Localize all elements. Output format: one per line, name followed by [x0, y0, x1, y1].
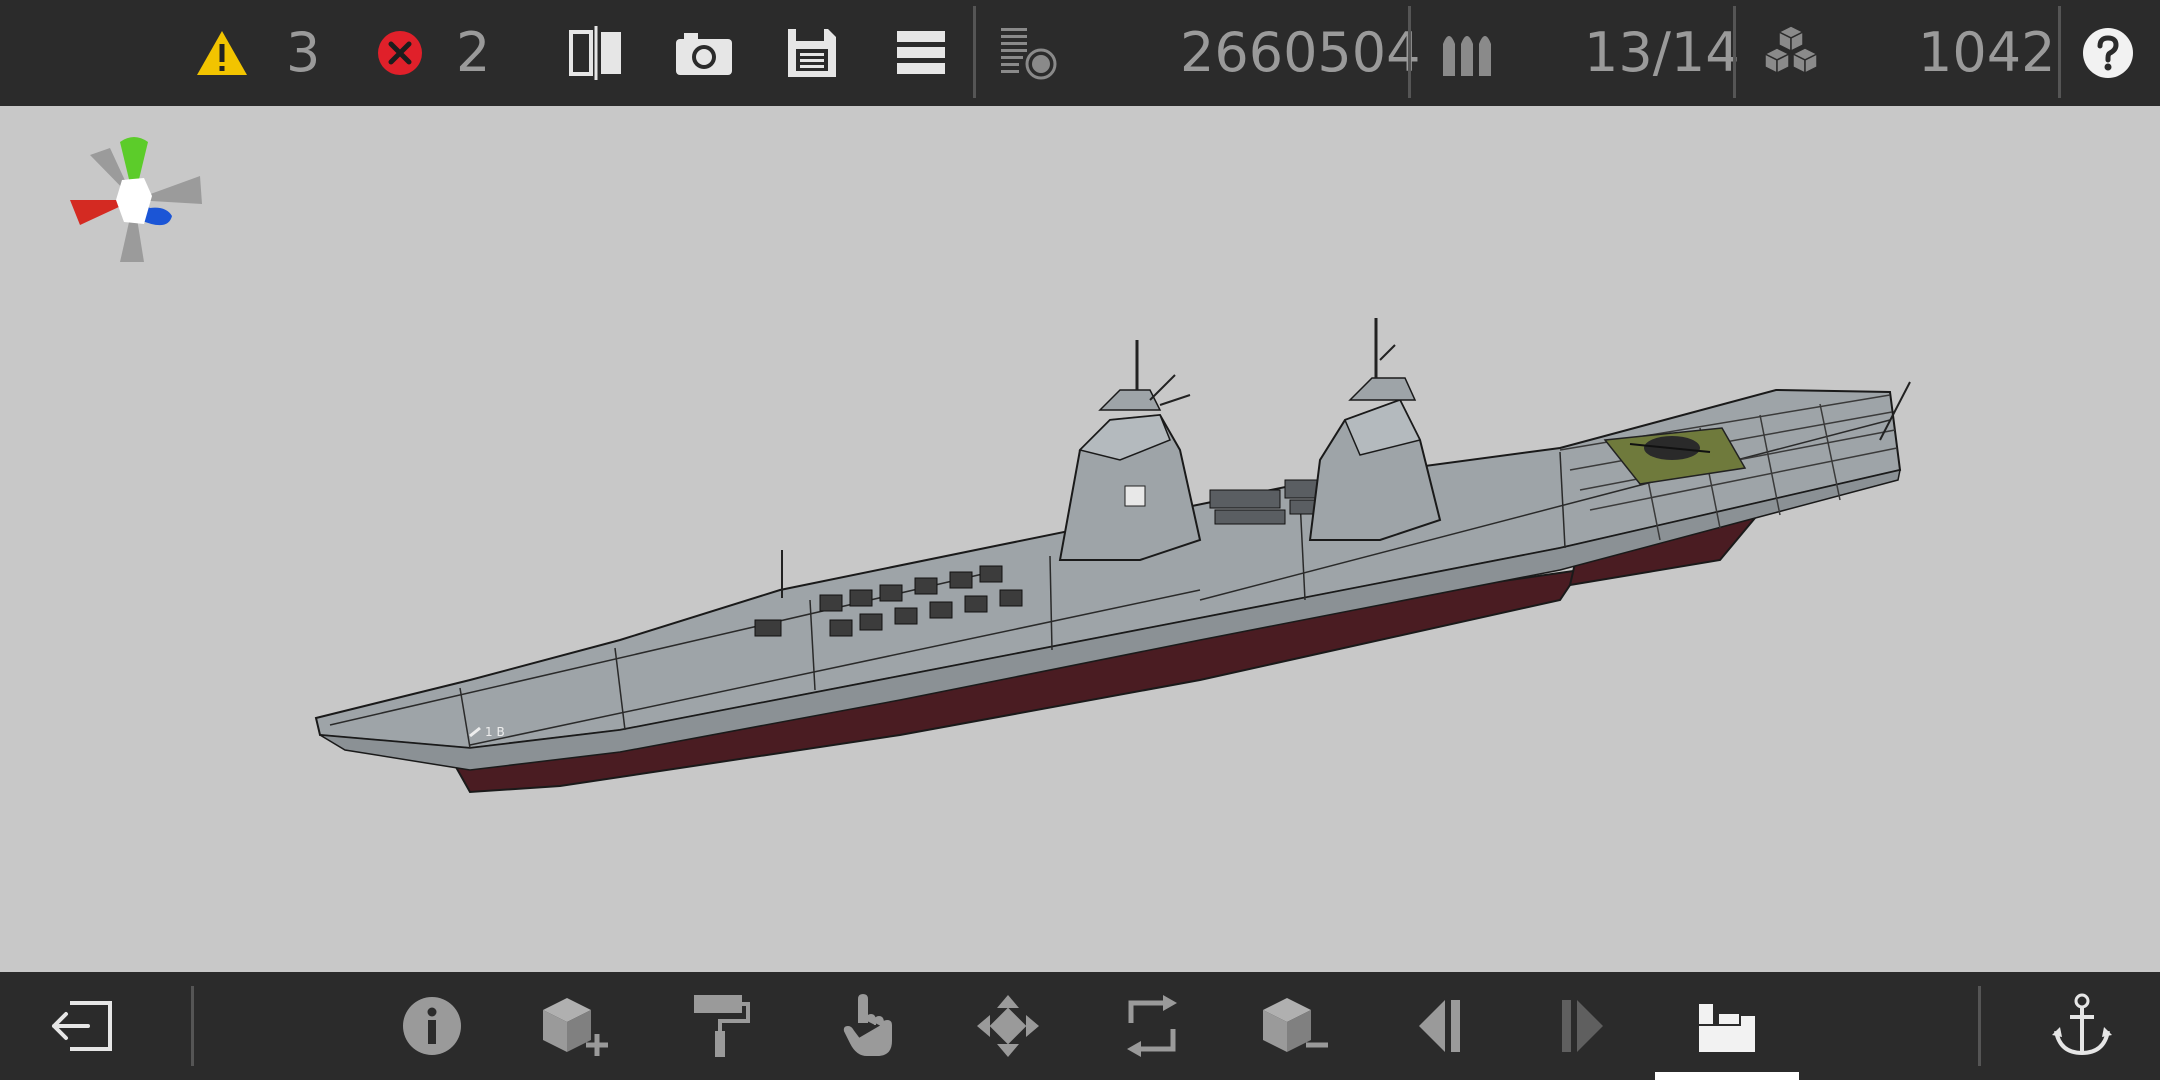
paint-roller-icon	[694, 995, 750, 1057]
mass-value: 2660504	[1180, 21, 1421, 84]
blocks-icon	[1763, 25, 1819, 75]
move-icon	[977, 995, 1039, 1057]
help-button[interactable]	[2080, 0, 2136, 106]
mirror-button[interactable]	[564, 0, 628, 106]
toolbar-separator	[1978, 986, 1981, 1066]
remove-block-icon	[1263, 998, 1328, 1052]
undo-icon	[1419, 1000, 1460, 1052]
toolbar-separator	[1733, 6, 1736, 98]
info-icon	[403, 997, 461, 1055]
add-block-button[interactable]	[536, 972, 616, 1080]
select-button[interactable]	[834, 972, 902, 1080]
toolbar-separator	[973, 6, 976, 98]
errors-count: 2	[456, 21, 491, 84]
save-button[interactable]	[782, 0, 842, 106]
ammo-indicator[interactable]	[1436, 0, 1502, 106]
screenshot-button[interactable]	[672, 0, 736, 106]
anchor-icon	[2052, 993, 2112, 1056]
blocks-value: 1042	[1918, 21, 2056, 84]
layers-icon	[1001, 28, 1057, 80]
warning-triangle-icon	[197, 31, 247, 75]
ammo-icon	[1443, 36, 1491, 76]
paint-button[interactable]	[686, 972, 754, 1080]
menu-button[interactable]	[890, 0, 952, 106]
warnings-count: 3	[286, 21, 321, 84]
menu-icon	[897, 31, 945, 74]
bottom-toolbar	[0, 972, 2160, 1080]
toolbar-separator	[191, 986, 194, 1066]
save-icon	[788, 29, 836, 77]
move-button[interactable]	[972, 972, 1044, 1080]
toolbar-separator	[2058, 6, 2061, 98]
ship-viewport[interactable]: 1 B	[0, 106, 2160, 972]
active-tool-indicator	[1655, 1072, 1799, 1080]
add-block-icon	[543, 998, 608, 1056]
rotate-icon	[1127, 995, 1177, 1057]
ship-hull[interactable]: 1 B	[314, 318, 1911, 794]
svg-text:1 B: 1 B	[485, 725, 505, 739]
rotate-button[interactable]	[1116, 972, 1188, 1080]
error-x-icon	[378, 31, 422, 75]
crew-button[interactable]	[1690, 972, 1766, 1080]
redo-button[interactable]	[1550, 972, 1614, 1080]
info-button[interactable]	[396, 972, 468, 1080]
exit-button[interactable]	[44, 972, 120, 1080]
layers-button[interactable]	[996, 0, 1060, 106]
anchor-button[interactable]	[2046, 972, 2118, 1080]
hand-pointer-icon	[843, 993, 892, 1056]
exit-icon	[52, 1001, 112, 1051]
orientation-gizmo[interactable]	[70, 137, 202, 262]
warnings-indicator[interactable]	[192, 0, 252, 106]
top-toolbar: 3 2 2660504 13/14 1042	[0, 0, 2160, 106]
toolbar-separator	[1408, 6, 1411, 98]
crew-icon	[1699, 1004, 1755, 1052]
camera-icon	[676, 33, 732, 75]
redo-icon	[1562, 1000, 1603, 1052]
mirror-icon	[569, 26, 621, 80]
help-icon	[2083, 28, 2133, 78]
errors-indicator[interactable]	[372, 0, 428, 106]
undo-button[interactable]	[1408, 972, 1472, 1080]
blocks-indicator[interactable]	[1758, 0, 1824, 106]
ship-model: 1 B	[70, 137, 1911, 794]
remove-block-button[interactable]	[1256, 972, 1336, 1080]
ammo-value: 13/14	[1584, 21, 1740, 84]
